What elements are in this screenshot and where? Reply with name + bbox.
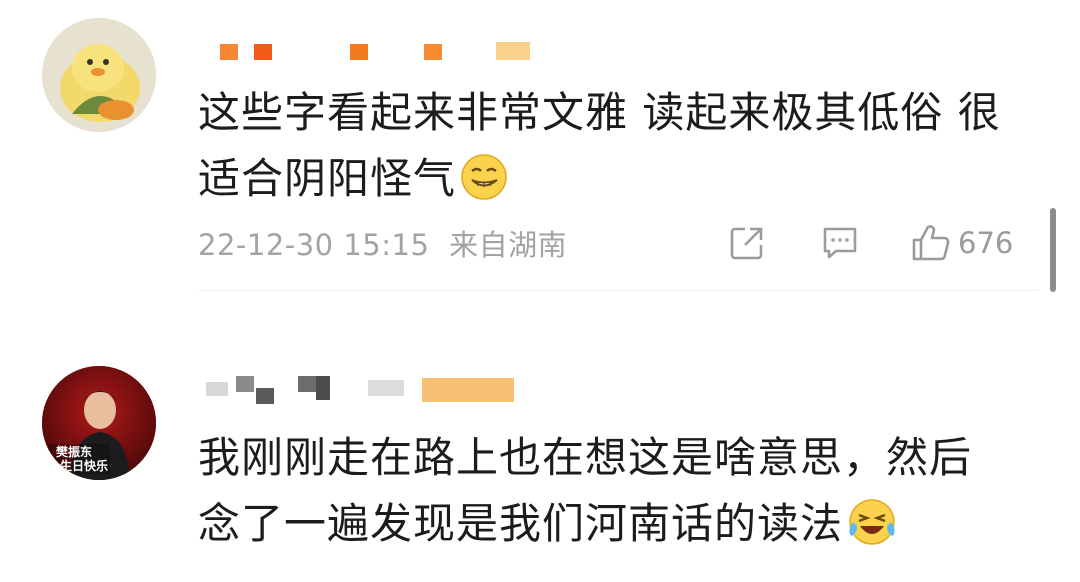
comment-date: 22-12-30 15:15 <box>198 228 430 262</box>
comment-item: 樊振东 生日快乐 我刚刚走在路上也在想这是啥意思，然后 念了一遍发现是我们河南话… <box>0 330 1080 582</box>
smirk-emoji-icon <box>460 153 508 220</box>
duck-avatar-image <box>42 18 156 132</box>
svg-text:生日快乐: 生日快乐 <box>60 458 108 473</box>
comment-line-text: 适合阴阳怪气 <box>198 154 457 203</box>
thumbs-up-icon <box>912 225 950 261</box>
comment-line: 这些字看起来非常文雅 读起来极其低俗 很 <box>198 88 1001 137</box>
comment-meta: 22-12-30 15:15 来自湖南 <box>198 222 567 264</box>
comment-icon <box>823 227 857 259</box>
comment-line-text: 念了一遍发现是我们河南话的读法 <box>198 499 844 548</box>
comment-line: 适合阴阳怪气 <box>198 146 1038 220</box>
comment-list: 这些字看起来非常文雅 读起来极其低俗 很 适合阴阳怪气 22-12-30 15:… <box>0 0 1080 582</box>
avatar[interactable]: 樊振东 生日快乐 <box>42 366 156 480</box>
share-icon <box>730 227 763 260</box>
laugh-cry-emoji-icon <box>847 498 897 565</box>
comment-line: 念了一遍发现是我们河南话的读法 <box>198 491 1038 565</box>
divider <box>198 290 1038 291</box>
avatar[interactable] <box>42 18 156 132</box>
comment-location: 来自湖南 <box>449 228 568 262</box>
like-count: 676 <box>958 226 1014 260</box>
reply-button[interactable] <box>820 222 860 264</box>
share-button[interactable] <box>728 222 766 264</box>
like-button[interactable]: 676 <box>910 222 1013 264</box>
svg-text:樊振东: 樊振东 <box>56 444 92 459</box>
comment-line: 我刚刚走在路上也在想这是啥意思，然后 <box>198 433 973 482</box>
comment-text: 我刚刚走在路上也在想这是啥意思，然后 念了一遍发现是我们河南话的读法 <box>198 425 1038 565</box>
comment-text: 这些字看起来非常文雅 读起来极其低俗 很 适合阴阳怪气 <box>198 80 1038 220</box>
scrollbar[interactable] <box>1050 208 1056 292</box>
comment-item: 这些字看起来非常文雅 读起来极其低俗 很 适合阴阳怪气 22-12-30 15:… <box>0 0 1080 296</box>
person-avatar-image: 樊振东 生日快乐 <box>42 366 156 480</box>
